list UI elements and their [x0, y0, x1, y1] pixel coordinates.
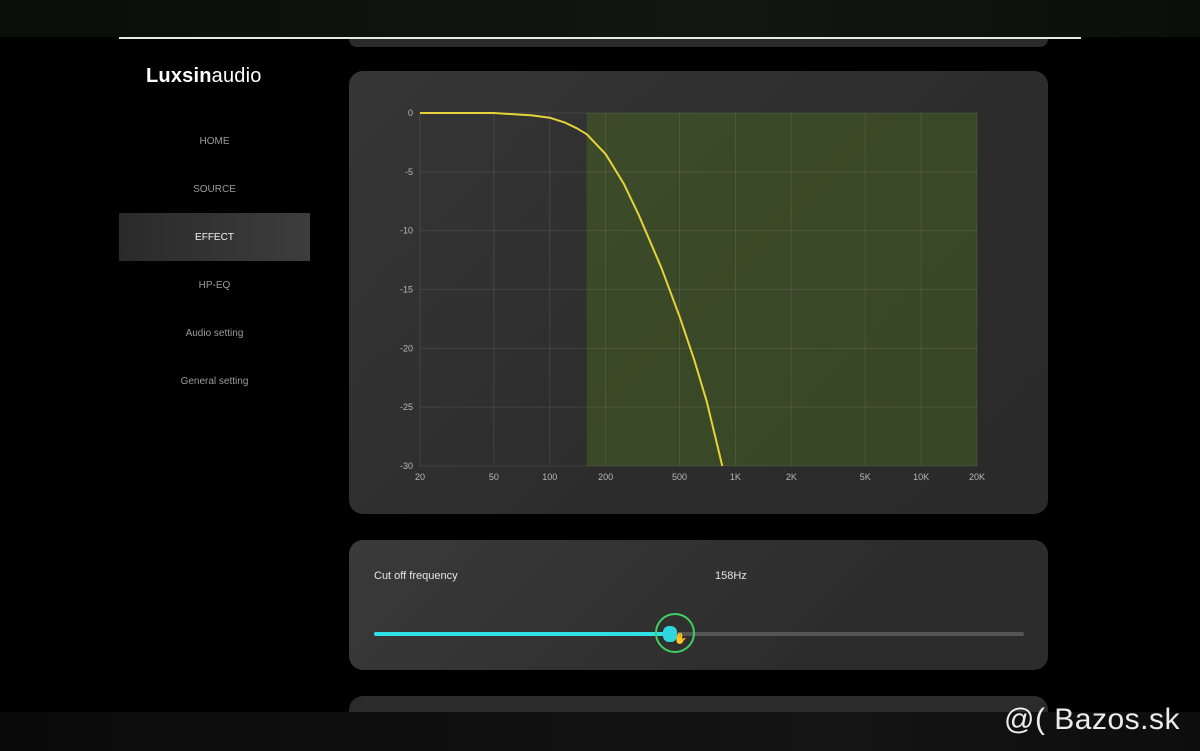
nav-item-source[interactable]: SOURCE	[119, 165, 310, 213]
y-tick-label: -25	[400, 402, 413, 412]
nav-item-audio-setting[interactable]: Audio setting	[119, 309, 310, 357]
next-card	[349, 696, 1048, 712]
y-tick-label: -5	[405, 167, 413, 177]
x-tick-label: 10K	[913, 472, 929, 482]
x-tick-label: 20K	[969, 472, 985, 482]
frequency-response-chart: 20 50 100 200 500 1K 2K 5K 10K 20K 0 -5 -10 -15 -20 -25…	[400, 108, 985, 482]
y-tick-label: -30	[400, 461, 413, 471]
x-tick-label: 50	[489, 472, 499, 482]
filter-chart-card: 20 50 100 200 500 1K 2K 5K 10K 20K 0 -5 -10 -15 -20 -25…	[349, 71, 1048, 514]
nav-item-effect[interactable]: EFFECT	[119, 213, 310, 261]
nav-item-home[interactable]: HOME	[119, 117, 310, 165]
x-tick-label: 500	[672, 472, 687, 482]
watermark: @( Bazos.sk	[1004, 703, 1180, 736]
x-tick-label: 1K	[730, 472, 741, 482]
cutoff-slider-fill	[374, 632, 670, 636]
top-strip	[0, 0, 1200, 37]
cutoff-slider-card: Cut off frequency 158Hz ✋	[349, 540, 1048, 670]
previous-card	[349, 39, 1048, 47]
sidebar-nav: HOME SOURCE EFFECT HP-EQ Audio setting G…	[119, 117, 310, 405]
y-tick-label: -20	[400, 343, 413, 353]
hand-cursor-icon: ✋	[673, 633, 688, 645]
y-tick-label: -15	[400, 285, 413, 295]
brand-logo: Luxsinaudio	[146, 65, 262, 87]
x-tick-label: 5K	[860, 472, 871, 482]
cutoff-slider-track[interactable]: ✋	[374, 613, 1024, 653]
x-tick-label: 100	[542, 472, 557, 482]
x-tick-label: 200	[598, 472, 613, 482]
cutoff-value: 158Hz	[715, 570, 747, 582]
nav-item-general-setting[interactable]: General setting	[119, 357, 310, 405]
x-tick-label: 20	[415, 472, 425, 482]
x-tick-label: 2K	[786, 472, 797, 482]
y-tick-label: 0	[408, 108, 413, 118]
nav-item-hp-eq[interactable]: HP-EQ	[119, 261, 310, 309]
cutoff-label: Cut off frequency	[374, 570, 458, 582]
y-tick-label: -10	[400, 226, 413, 236]
